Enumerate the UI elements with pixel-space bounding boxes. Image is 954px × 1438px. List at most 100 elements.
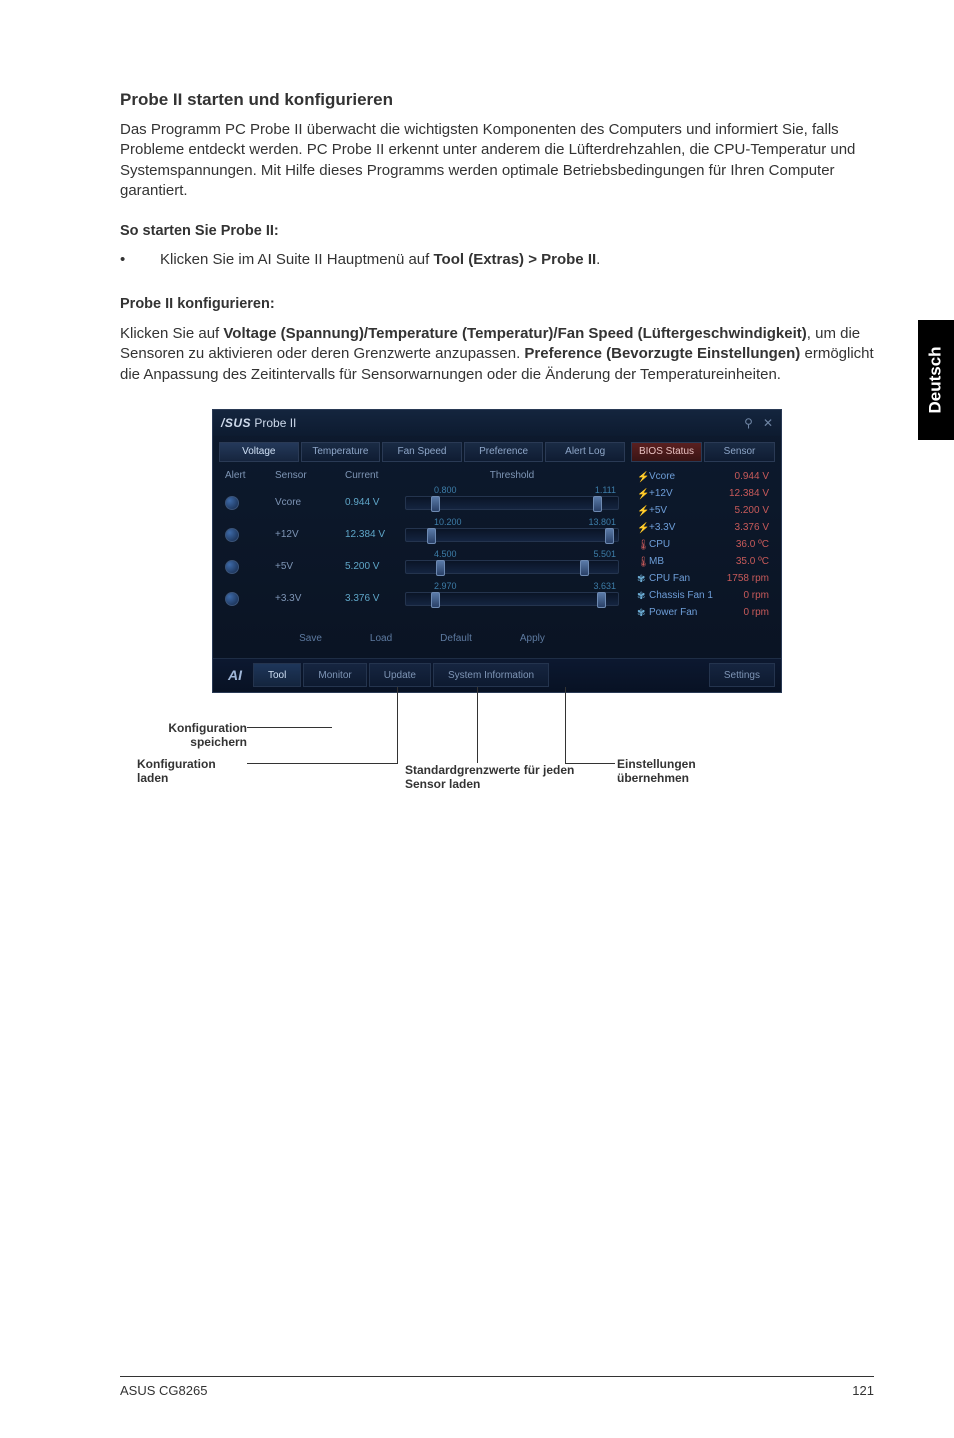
threshold-slider[interactable]: 2.9703.631	[405, 592, 619, 606]
threshold-high-handle[interactable]	[605, 528, 614, 544]
tab-alert-log[interactable]: Alert Log	[545, 442, 625, 462]
status-name: ✾Chassis Fan 1	[637, 590, 713, 601]
config-paragraph: Klicken Sie auf Voltage (Spannung)/Tempe…	[120, 324, 874, 385]
sensor-current: 12.384 V	[345, 529, 405, 540]
status-name: ⚡Vcore	[637, 471, 675, 482]
sensor-name: +12V	[275, 529, 345, 540]
alert-toggle[interactable]	[225, 592, 275, 606]
anno-save: Konfiguration speichern	[137, 721, 247, 750]
status-row: ✾Power Fan0 rpm	[635, 604, 771, 621]
load-button[interactable]: Load	[356, 629, 406, 648]
threshold-high-handle[interactable]	[593, 496, 602, 512]
fan-icon: ✾	[637, 574, 645, 582]
lead-apply	[565, 763, 615, 764]
sensor-name: Vcore	[275, 497, 345, 508]
status-value: 5.200 V	[735, 505, 769, 516]
bullet-marker: •	[120, 251, 160, 268]
threshold-high-handle[interactable]	[580, 560, 589, 576]
anno-apply: Einstellungen übernehmen	[617, 757, 757, 786]
threshold-slider[interactable]: 10.20013.801	[405, 528, 619, 542]
fan-icon: ✾	[637, 591, 645, 599]
status-name: ✾CPU Fan	[637, 573, 690, 584]
status-name: ✾Power Fan	[637, 607, 697, 618]
status-row: ⚡+12V 12.384 V	[635, 485, 771, 502]
status-name: 🌡CPU	[637, 539, 670, 550]
status-name: ⚡+5V	[637, 505, 667, 516]
footer-tool-button[interactable]: Tool	[253, 663, 301, 687]
volt-icon: ⚡	[637, 523, 645, 531]
volt-icon: ⚡	[637, 489, 645, 497]
col-threshold: Threshold	[405, 470, 619, 481]
volt-icon: ⚡	[637, 472, 645, 480]
threshold-low-handle[interactable]	[427, 528, 436, 544]
alert-toggle[interactable]	[225, 560, 275, 574]
status-value: 36.0 ºC	[736, 539, 769, 550]
grid-header: Alert Sensor Current Threshold	[219, 466, 625, 487]
footer-settings-button[interactable]: Settings	[709, 663, 775, 687]
col-alert: Alert	[225, 470, 275, 481]
threshold-low-handle[interactable]	[431, 496, 440, 512]
sensor-current: 5.200 V	[345, 561, 405, 572]
lead-save	[247, 727, 332, 728]
status-name: ⚡+12V	[637, 488, 673, 499]
footer-page-number: 121	[852, 1383, 874, 1398]
config-subhead: Probe II konfigurieren:	[120, 296, 874, 312]
status-row: ⚡+3.3V3.376 V	[635, 519, 771, 536]
tab-bios-status[interactable]: BIOS Status	[631, 442, 702, 462]
app-body: Voltage Temperature Fan Speed Preference…	[213, 436, 781, 658]
threshold-slider[interactable]: 0.8001.111	[405, 496, 619, 510]
threshold-low-handle[interactable]	[436, 560, 445, 576]
ai-suite-logo-icon[interactable]: AI	[219, 664, 251, 686]
sensor-row: +3.3V3.376 V2.9703.631	[219, 583, 625, 615]
checkbox-icon	[225, 592, 239, 606]
threshold-slider[interactable]: 4.5005.501	[405, 560, 619, 574]
start-bullet: • Klicken Sie im AI Suite II Hauptmenü a…	[120, 251, 874, 268]
window-title: /SUS Probe II	[221, 416, 296, 430]
threshold-low-label: 4.500	[434, 549, 457, 559]
tab-fan-speed[interactable]: Fan Speed	[382, 442, 462, 462]
threshold-low-handle[interactable]	[431, 592, 440, 608]
status-name: 🌡MB	[637, 556, 664, 567]
cfg-b2: Preference (Bevorzugte Einstellungen)	[524, 345, 800, 362]
close-icon[interactable]: ✕	[763, 416, 773, 430]
status-row: ✾CPU Fan1758 rpm	[635, 570, 771, 587]
threshold-low-label: 2.970	[434, 581, 457, 591]
threshold-high-handle[interactable]	[597, 592, 606, 608]
apply-button[interactable]: Apply	[506, 629, 559, 648]
tab-temperature[interactable]: Temperature	[301, 442, 381, 462]
tab-voltage[interactable]: Voltage	[219, 442, 299, 462]
sensor-name: +3.3V	[275, 593, 345, 604]
lead-load	[247, 763, 397, 764]
col-current: Current	[345, 470, 405, 481]
language-tab-label: Deutsch	[926, 346, 946, 413]
main-tabs: Voltage Temperature Fan Speed Preference…	[219, 442, 625, 462]
sensor-row: Vcore0.944 V0.8001.111	[219, 487, 625, 519]
bullet-bold: Tool (Extras) > Probe II	[433, 251, 596, 268]
status-row: ⚡+5V 5.200 V	[635, 502, 771, 519]
footer-bar: AI Tool Monitor Update System Informatio…	[213, 658, 781, 692]
start-subhead: So starten Sie Probe II:	[120, 223, 874, 239]
pin-icon[interactable]: ⚲	[744, 416, 753, 430]
status-row: ⚡Vcore0.944 V	[635, 468, 771, 485]
sensor-current: 3.376 V	[345, 593, 405, 604]
footer-sysinfo-button[interactable]: System Information	[433, 663, 549, 687]
save-button[interactable]: Save	[285, 629, 336, 648]
status-row: 🌡CPU 36.0 ºC	[635, 536, 771, 553]
bullet-post: .	[596, 251, 600, 268]
sensor-name: +5V	[275, 561, 345, 572]
language-tab: Deutsch	[918, 320, 954, 440]
volt-icon: ⚡	[637, 506, 645, 514]
app-name: Probe II	[254, 416, 296, 430]
alert-toggle[interactable]	[225, 528, 275, 542]
tab-preference[interactable]: Preference	[464, 442, 544, 462]
footer-update-button[interactable]: Update	[369, 663, 431, 687]
temp-icon: 🌡	[637, 540, 645, 548]
threshold-low-label: 0.800	[434, 485, 457, 495]
alert-toggle[interactable]	[225, 496, 275, 510]
checkbox-icon	[225, 528, 239, 542]
titlebar: /SUS Probe II ⚲ ✕	[213, 410, 781, 436]
footer-monitor-button[interactable]: Monitor	[303, 663, 366, 687]
tab-sensor-status[interactable]: Sensor	[704, 442, 775, 462]
default-button[interactable]: Default	[426, 629, 486, 648]
status-value: 12.384 V	[729, 488, 769, 499]
